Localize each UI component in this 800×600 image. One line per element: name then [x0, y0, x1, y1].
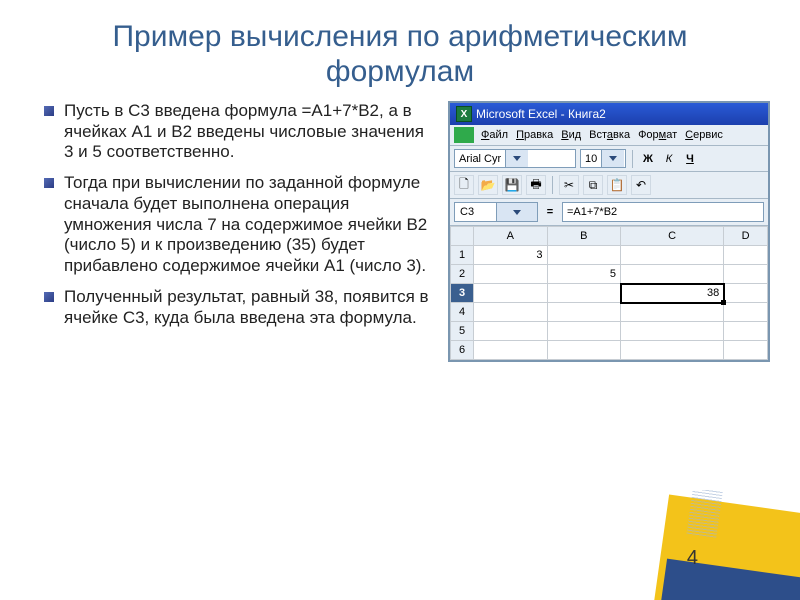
italic-button[interactable]: К [660, 150, 678, 168]
font-size-combo[interactable]: 10 [580, 149, 626, 168]
menu-insert[interactable]: Вставка [586, 128, 633, 142]
cell-c3[interactable]: 38 [621, 284, 724, 303]
menu-format[interactable]: Формат [635, 128, 680, 142]
bullet-text: Тогда при вычислении по заданной формуле… [64, 173, 427, 275]
formula-bar: C3 = =A1+7*B2 [450, 199, 768, 226]
select-all-corner[interactable] [451, 227, 474, 246]
cell-c6[interactable] [621, 341, 724, 360]
cell-b3[interactable] [547, 284, 621, 303]
col-header-c[interactable]: C [621, 227, 724, 246]
cell-a2[interactable] [474, 265, 548, 284]
slide-corner-decoration [640, 490, 800, 600]
standard-toolbar: 🗋 📂 💾 🖶 ✂ ⧉ 📋 ↶ [450, 172, 768, 199]
chevron-down-icon[interactable] [601, 150, 624, 167]
name-box-value: C3 [455, 206, 496, 218]
cell-a3[interactable] [474, 284, 548, 303]
cut-icon[interactable]: ✂ [559, 175, 579, 195]
row-header-6[interactable]: 6 [451, 341, 474, 360]
cell-d1[interactable] [724, 246, 768, 265]
copy-icon[interactable]: ⧉ [583, 175, 603, 195]
menu-edit[interactable]: Правка [513, 128, 556, 142]
excel-menubar: Файл Правка Вид Вставка Формат Сервис [450, 125, 768, 146]
bullet-marker-icon [44, 106, 54, 116]
cell-d4[interactable] [724, 303, 768, 322]
undo-icon[interactable]: ↶ [631, 175, 651, 195]
cell-d3[interactable] [724, 284, 768, 303]
cell-b2[interactable]: 5 [547, 265, 621, 284]
cell-b6[interactable] [547, 341, 621, 360]
spreadsheet-grid[interactable]: A B C D 1 3 2 5 [450, 226, 768, 360]
cell-d2[interactable] [724, 265, 768, 284]
row-header-3[interactable]: 3 [451, 284, 474, 303]
equals-icon[interactable]: = [542, 206, 558, 218]
bullet-text: Полученный результат, равный 38, появитс… [64, 287, 429, 327]
font-name-value: Arial Cyr [455, 153, 505, 165]
excel-app-icon: X [456, 106, 472, 122]
cell-a5[interactable] [474, 322, 548, 341]
print-icon[interactable]: 🖶 [526, 175, 546, 195]
page-number: 4 [687, 547, 698, 570]
font-name-combo[interactable]: Arial Cyr [454, 149, 576, 168]
excel-title-text: Microsoft Excel - Книга2 [476, 107, 606, 121]
cell-b4[interactable] [547, 303, 621, 322]
save-icon[interactable]: 💾 [502, 175, 522, 195]
chevron-down-icon[interactable] [496, 203, 538, 221]
row-header-4[interactable]: 4 [451, 303, 474, 322]
open-icon[interactable]: 📂 [478, 175, 498, 195]
cell-b1[interactable] [547, 246, 621, 265]
excel-doc-icon [454, 127, 474, 143]
name-box[interactable]: C3 [454, 202, 538, 222]
excel-screenshot: X Microsoft Excel - Книга2 Файл Правка В… [448, 101, 770, 362]
row-header-2[interactable]: 2 [451, 265, 474, 284]
formula-value: =A1+7*B2 [567, 206, 617, 218]
excel-titlebar: X Microsoft Excel - Книга2 [450, 103, 768, 125]
menu-file[interactable]: Файл [478, 128, 511, 142]
menu-view[interactable]: Вид [558, 128, 584, 142]
menu-tools[interactable]: Сервис [682, 128, 726, 142]
col-header-a[interactable]: A [474, 227, 548, 246]
bullet-marker-icon [44, 178, 54, 188]
toolbar-separator [552, 176, 553, 194]
cell-b5[interactable] [547, 322, 621, 341]
cell-a1[interactable]: 3 [474, 246, 548, 265]
format-toolbar: Arial Cyr 10 Ж К Ч [450, 146, 768, 172]
cell-a4[interactable] [474, 303, 548, 322]
cell-c1[interactable] [621, 246, 724, 265]
cell-c5[interactable] [621, 322, 724, 341]
bullet-list: Пусть в С3 введена формула =А1+7*В2, а в… [44, 101, 430, 362]
row-header-5[interactable]: 5 [451, 322, 474, 341]
cell-c2[interactable] [621, 265, 724, 284]
formula-input[interactable]: =A1+7*B2 [562, 202, 764, 222]
cell-d6[interactable] [724, 341, 768, 360]
paste-icon[interactable]: 📋 [607, 175, 627, 195]
chevron-down-icon[interactable] [505, 150, 528, 167]
col-header-b[interactable]: B [547, 227, 621, 246]
bold-button[interactable]: Ж [639, 150, 657, 168]
font-size-value: 10 [581, 153, 601, 165]
cell-a6[interactable] [474, 341, 548, 360]
underline-button[interactable]: Ч [681, 150, 699, 168]
bullet-text: Пусть в С3 введена формула =А1+7*В2, а в… [64, 101, 424, 161]
col-header-d[interactable]: D [724, 227, 768, 246]
cell-d5[interactable] [724, 322, 768, 341]
new-icon[interactable]: 🗋 [454, 175, 474, 195]
row-header-1[interactable]: 1 [451, 246, 474, 265]
bullet-marker-icon [44, 292, 54, 302]
slide-title: Пример вычисления по арифметическим форм… [0, 0, 800, 97]
cell-c4[interactable] [621, 303, 724, 322]
toolbar-separator [632, 150, 633, 168]
